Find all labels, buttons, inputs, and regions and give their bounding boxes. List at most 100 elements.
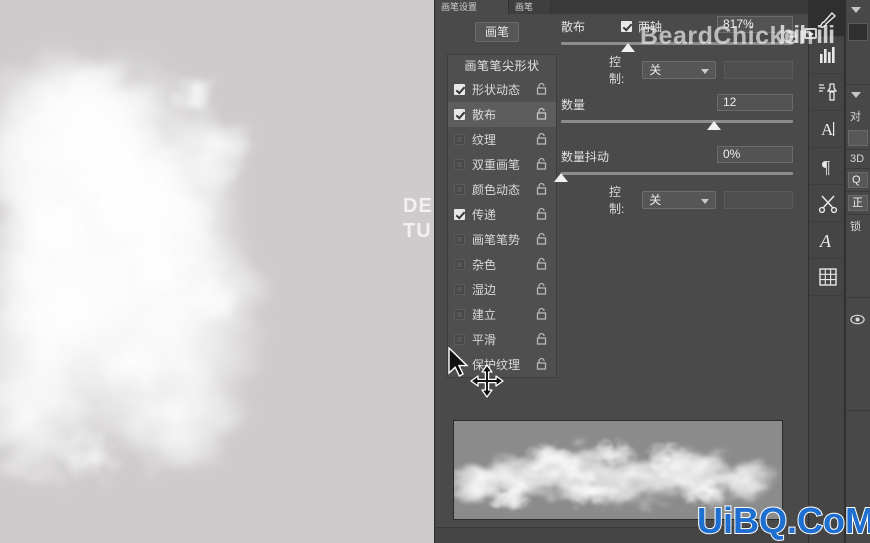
scatter-slider-thumb[interactable] (621, 43, 636, 52)
checkbox-noise[interactable] (454, 259, 465, 270)
canvas-text-line-2: TU (403, 220, 432, 242)
option-row-brush-pose[interactable]: 画笔笔势 (448, 227, 556, 252)
lock-icon[interactable] (536, 307, 550, 323)
dock-chip-2[interactable] (848, 130, 868, 146)
lock-icon[interactable] (536, 107, 550, 123)
clone-stamp-tool-button[interactable] (809, 74, 846, 111)
count-jitter-label: 数量抖动 (561, 149, 610, 164)
checkbox-build-up[interactable] (454, 309, 465, 320)
dock-label-lock: 锁 (850, 221, 861, 233)
brush-option-list: 画笔笔尖形状 形状动态 散布 纹理 双重画笔 颜色动态 传递 画笔笔势 杂色 湿… (447, 54, 557, 378)
count-jitter-slider-track (561, 172, 793, 175)
dock-chip-blend[interactable]: 正 (848, 195, 868, 211)
chevron-down-icon (700, 199, 709, 204)
checkbox-shape-dynamics[interactable] (454, 84, 465, 95)
count-jitter-value-input[interactable]: 0% (717, 146, 793, 163)
dock-section-lock[interactable]: 锁 (846, 215, 870, 298)
move-cursor-icon (470, 364, 504, 403)
count-label: 数量 (561, 97, 586, 112)
dock-section-blend[interactable]: 正 (846, 195, 870, 215)
watermark-bilibili: bil ili (779, 21, 835, 50)
document-canvas[interactable]: DE TU (0, 0, 434, 543)
vertical-toolbar: A ¶ A (808, 0, 846, 543)
option-row-dual-brush[interactable]: 双重画笔 (448, 152, 556, 177)
lock-icon[interactable] (536, 257, 550, 273)
count-jitter-slider-thumb[interactable] (554, 173, 569, 182)
tab-brushes[interactable]: 画笔 (509, 0, 551, 14)
checkbox-brush-pose[interactable] (454, 234, 465, 245)
dock-collapse-1[interactable] (846, 0, 870, 20)
option-label: 画笔笔势 (472, 233, 521, 247)
option-row-scattering[interactable]: 散布 (448, 102, 556, 127)
dock-section-2[interactable]: 对 (846, 85, 870, 150)
scatter-control-label: 控制: (609, 55, 625, 86)
count-slider-track (561, 120, 793, 123)
tab-empty[interactable] (551, 0, 809, 14)
count-jitter-control-value: 关 (649, 193, 662, 207)
lock-icon[interactable] (536, 157, 550, 173)
watermark-uibq: UiBQ.CoM (696, 499, 870, 542)
dock-label-3d: 3D (850, 153, 865, 165)
option-label: 颜色动态 (472, 183, 521, 197)
dock-section-1[interactable] (846, 0, 870, 85)
option-row-color-dynamics[interactable]: 颜色动态 (448, 177, 556, 202)
eye-icon[interactable] (846, 308, 870, 330)
clone-stamp-icon (817, 81, 839, 103)
checkbox-transfer[interactable] (454, 209, 465, 220)
dock-collapse-2[interactable] (846, 85, 870, 105)
lock-icon[interactable] (536, 357, 550, 373)
script-a-tool-button[interactable]: A (809, 222, 846, 259)
chevron-down-icon (851, 7, 861, 13)
option-label: 湿边 (472, 283, 497, 297)
checkbox-both-axes[interactable] (621, 20, 632, 32)
option-row-noise[interactable]: 杂色 (448, 252, 556, 277)
option-label: 建立 (472, 308, 497, 322)
count-jitter-slider[interactable] (554, 170, 793, 184)
lock-icon[interactable] (536, 82, 550, 98)
option-row-wet-edges[interactable]: 湿边 (448, 277, 556, 302)
lock-icon[interactable] (536, 207, 550, 223)
option-row-texture[interactable]: 纹理 (448, 127, 556, 152)
tab-brush-settings[interactable]: 画笔设置 (435, 0, 509, 14)
checkbox-wet-edges[interactable] (454, 284, 465, 295)
option-row-build-up[interactable]: 建立 (448, 302, 556, 327)
dock-section-3d[interactable]: 3D (846, 150, 870, 169)
paragraph-tool-button[interactable]: ¶ (809, 148, 846, 185)
lock-icon[interactable] (536, 232, 550, 248)
option-label: 传递 (472, 208, 497, 222)
option-label: 散布 (472, 108, 497, 122)
mouse-cursor-arrow (447, 346, 469, 384)
type-tool-button[interactable]: A (809, 111, 846, 148)
count-jitter-row: 数量抖动 0% (561, 146, 793, 166)
brush-settings-panel: 画笔设置 画笔 画笔 画笔笔尖形状 形状动态 散布 纹理 双重画笔 颜色动态 传… (434, 0, 809, 543)
brush-preset-button[interactable]: 画笔 (475, 22, 519, 42)
checkbox-smoothing[interactable] (454, 334, 465, 345)
scissors-tool-button[interactable] (809, 185, 846, 222)
option-row-transfer[interactable]: 传递 (448, 202, 556, 227)
brush-tip-shape-header[interactable]: 画笔笔尖形状 (448, 55, 556, 77)
canvas-text-line-1: DE (403, 195, 433, 217)
checkbox-color-dynamics[interactable] (454, 184, 465, 195)
dock-chip-q[interactable]: Q (848, 172, 868, 188)
option-label: 纹理 (472, 133, 497, 147)
scatter-control-extra (723, 61, 793, 79)
lock-icon[interactable] (536, 282, 550, 298)
checkbox-texture[interactable] (454, 134, 465, 145)
scatter-control-select[interactable]: 关 (642, 61, 716, 79)
lock-icon[interactable] (536, 132, 550, 148)
grid-tool-button[interactable] (809, 259, 846, 296)
checkbox-scattering[interactable] (454, 109, 465, 120)
count-value-input[interactable]: 12 (717, 94, 793, 111)
count-jitter-control-select[interactable]: 关 (642, 191, 716, 209)
dock-section-visibility[interactable] (846, 298, 870, 411)
dock-value-1[interactable] (848, 23, 868, 41)
pilcrow-icon: ¶ (817, 155, 839, 177)
count-slider-thumb[interactable] (707, 121, 722, 130)
count-jitter-control-row: 控制: 关 (561, 185, 793, 216)
lock-icon[interactable] (536, 332, 550, 348)
lock-icon[interactable] (536, 182, 550, 198)
count-slider[interactable] (561, 118, 793, 132)
option-row-shape-dynamics[interactable]: 形状动态 (448, 77, 556, 102)
dock-section-q[interactable]: Q (846, 172, 870, 192)
checkbox-dual-brush[interactable] (454, 159, 465, 170)
